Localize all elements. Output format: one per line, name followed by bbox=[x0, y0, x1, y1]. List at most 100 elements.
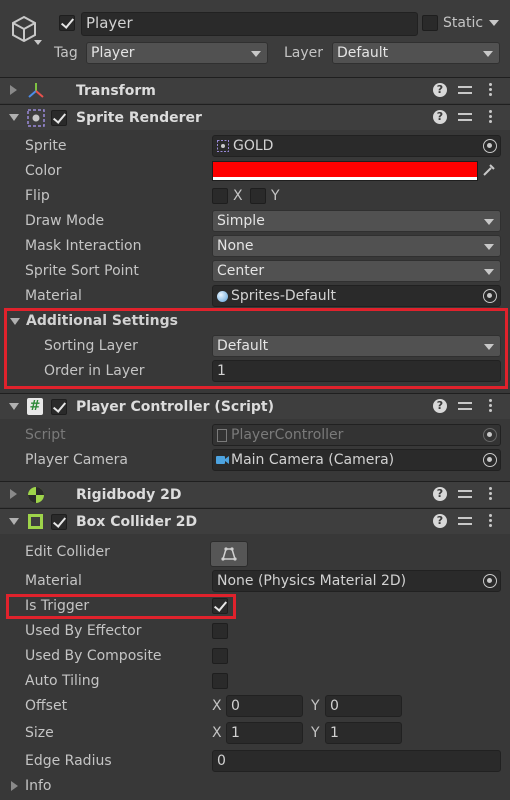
transform-header[interactable]: Transform ? bbox=[0, 77, 510, 103]
flip-x-label: X bbox=[233, 188, 243, 204]
sprite-field[interactable]: GOLD bbox=[212, 135, 501, 157]
info-foldout-icon[interactable] bbox=[11, 781, 18, 791]
foldout-arrow-icon[interactable] bbox=[10, 85, 17, 95]
box-collider-enabled-checkbox[interactable] bbox=[51, 514, 67, 530]
presets-icon[interactable] bbox=[458, 514, 472, 528]
presets-icon[interactable] bbox=[458, 83, 472, 97]
tag-dropdown[interactable]: Player bbox=[86, 42, 268, 64]
size-x-label[interactable]: X bbox=[212, 723, 222, 743]
collider-material-field[interactable]: None (Physics Material 2D) bbox=[212, 570, 501, 592]
tag-label: Tag bbox=[54, 45, 78, 61]
offset-x-field[interactable]: 0 bbox=[226, 695, 303, 717]
rigidbody-2d-icon bbox=[28, 487, 44, 503]
flip-y-label: Y bbox=[271, 188, 280, 204]
info-label[interactable]: Info bbox=[25, 776, 52, 796]
sprite-sort-point-dropdown[interactable]: Center bbox=[212, 260, 501, 282]
presets-icon[interactable] bbox=[458, 487, 472, 501]
object-picker-icon[interactable] bbox=[483, 289, 497, 303]
object-picker-icon[interactable] bbox=[483, 574, 497, 588]
edit-collider-icon bbox=[221, 547, 237, 561]
chevron-down-icon bbox=[484, 269, 494, 275]
transform-title: Transform bbox=[76, 83, 156, 99]
material-value: Sprites-Default bbox=[231, 288, 337, 304]
object-picker-icon[interactable] bbox=[483, 453, 497, 467]
presets-icon[interactable] bbox=[458, 399, 472, 413]
player-camera-field[interactable]: Main Camera (Camera) bbox=[212, 449, 501, 471]
sprite-renderer-header[interactable]: Sprite Renderer ? bbox=[0, 104, 510, 130]
color-field[interactable] bbox=[212, 161, 478, 181]
chevron-down-icon bbox=[483, 51, 493, 57]
edit-collider-button[interactable] bbox=[210, 541, 248, 567]
object-name-field[interactable]: Player bbox=[81, 12, 418, 36]
layer-label: Layer bbox=[284, 45, 324, 61]
script-value: PlayerController bbox=[231, 427, 344, 443]
tag-value: Player bbox=[91, 45, 135, 61]
object-picker-icon bbox=[483, 428, 497, 442]
static-label[interactable]: Static bbox=[443, 13, 483, 33]
player-controller-title: Player Controller (Script) bbox=[76, 399, 275, 415]
offset-y-field[interactable]: 0 bbox=[325, 695, 402, 717]
foldout-arrow-icon[interactable] bbox=[9, 403, 19, 410]
context-menu-icon[interactable] bbox=[489, 514, 493, 528]
rigidbody-2d-title: Rigidbody 2D bbox=[76, 487, 182, 503]
size-label: Size bbox=[25, 725, 54, 741]
active-checkbox[interactable] bbox=[59, 15, 75, 31]
help-icon[interactable]: ? bbox=[433, 110, 447, 124]
size-y-label[interactable]: Y bbox=[311, 723, 320, 743]
mask-interaction-dropdown[interactable]: None bbox=[212, 235, 501, 257]
mask-interaction-value: None bbox=[217, 238, 254, 254]
help-icon[interactable]: ? bbox=[433, 83, 447, 97]
player-controller-header[interactable]: # Player Controller (Script) ? bbox=[0, 393, 510, 419]
material-asset-icon bbox=[217, 291, 228, 302]
edge-radius-field[interactable]: 0 bbox=[212, 750, 501, 772]
icon-dropdown-arrow[interactable] bbox=[34, 40, 42, 45]
foldout-arrow-icon[interactable] bbox=[10, 489, 17, 499]
sprite-label: Sprite bbox=[25, 138, 67, 154]
highlight-additional-settings bbox=[4, 308, 508, 389]
offset-x-label[interactable]: X bbox=[212, 696, 222, 716]
collider-material-label: Material bbox=[25, 573, 82, 589]
color-label: Color bbox=[25, 163, 62, 179]
draw-mode-label: Draw Mode bbox=[25, 213, 105, 229]
size-y-field[interactable]: 1 bbox=[325, 722, 402, 744]
context-menu-icon[interactable] bbox=[489, 487, 493, 501]
material-label: Material bbox=[25, 288, 82, 304]
static-dropdown-arrow[interactable] bbox=[489, 20, 499, 26]
presets-icon[interactable] bbox=[458, 110, 472, 124]
flip-x-checkbox[interactable] bbox=[212, 188, 228, 204]
flip-label: Flip bbox=[25, 188, 50, 204]
transform-icon bbox=[28, 83, 44, 98]
rigidbody-2d-header[interactable]: Rigidbody 2D ? bbox=[0, 481, 510, 507]
chevron-down-icon bbox=[484, 244, 494, 250]
context-menu-icon[interactable] bbox=[489, 83, 493, 97]
context-menu-icon[interactable] bbox=[489, 399, 493, 413]
context-menu-icon[interactable] bbox=[489, 110, 493, 124]
size-x-field[interactable]: 1 bbox=[226, 722, 303, 744]
draw-mode-dropdown[interactable]: Simple bbox=[212, 210, 501, 232]
used-by-effector-label: Used By Effector bbox=[25, 623, 142, 639]
static-checkbox[interactable] bbox=[422, 15, 438, 31]
player-camera-value: Main Camera (Camera) bbox=[231, 452, 395, 468]
help-icon[interactable]: ? bbox=[433, 399, 447, 413]
help-icon[interactable]: ? bbox=[433, 487, 447, 501]
used-by-composite-label: Used By Composite bbox=[25, 648, 162, 664]
game-object-cube-icon[interactable] bbox=[10, 14, 38, 42]
used-by-composite-checkbox[interactable] bbox=[212, 648, 228, 664]
auto-tiling-checkbox[interactable] bbox=[212, 673, 228, 689]
foldout-arrow-icon[interactable] bbox=[9, 518, 19, 525]
box-collider-2d-header[interactable]: Box Collider 2D ? bbox=[0, 508, 510, 534]
object-picker-icon[interactable] bbox=[483, 139, 497, 153]
sprite-renderer-enabled-checkbox[interactable] bbox=[51, 110, 67, 126]
material-field[interactable]: Sprites-Default bbox=[212, 285, 501, 307]
flip-y-checkbox[interactable] bbox=[250, 188, 266, 204]
used-by-effector-checkbox[interactable] bbox=[212, 623, 228, 639]
offset-y-label[interactable]: Y bbox=[311, 696, 320, 716]
layer-dropdown[interactable]: Default bbox=[332, 42, 500, 64]
chevron-down-icon bbox=[484, 219, 494, 225]
player-camera-label: Player Camera bbox=[25, 452, 128, 468]
foldout-arrow-icon[interactable] bbox=[9, 114, 19, 121]
player-controller-enabled-checkbox[interactable] bbox=[51, 399, 67, 415]
eyedropper-icon[interactable] bbox=[482, 163, 496, 177]
help-icon[interactable]: ? bbox=[433, 514, 447, 528]
mask-interaction-label: Mask Interaction bbox=[25, 238, 142, 254]
